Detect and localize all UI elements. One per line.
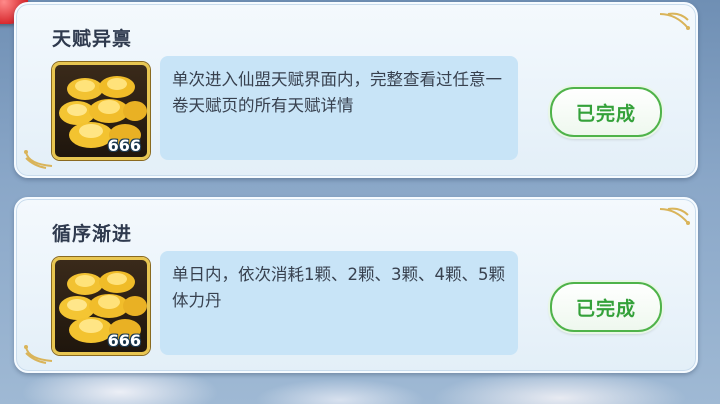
completed-button[interactable]: 已完成 — [550, 87, 662, 137]
reward-count: 666 — [107, 331, 141, 350]
quest-description: 单日内，依次消耗1颗、2颗、3颗、4颗、5颗体力丹 — [172, 265, 505, 310]
quest-title: 天赋异禀 — [52, 28, 133, 50]
quest-card: 循序渐进 666 单日内，依次消耗1颗、2颗、3颗、4颗、5颗体力丹 已完成 — [14, 197, 698, 373]
quest-description-box: 单次进入仙盟天赋界面内，完整查看过任意一卷天赋页的所有天赋详情 — [160, 56, 518, 160]
corner-ornament-icon — [24, 150, 53, 169]
quest-card: 天赋异禀 666 单次进入仙盟天赋界面内，完整查看过任意一卷天赋页的所有天赋详情… — [14, 2, 698, 178]
quest-description-box: 单日内，依次消耗1颗、2颗、3颗、4颗、5颗体力丹 — [160, 251, 518, 355]
corner-ornament-icon — [659, 12, 690, 30]
completed-button[interactable]: 已完成 — [550, 282, 662, 332]
corner-ornament-icon — [659, 207, 690, 225]
gold-ingots-icon[interactable]: 666 — [52, 257, 150, 355]
reward-count: 666 — [107, 136, 141, 155]
quest-description: 单次进入仙盟天赋界面内，完整查看过任意一卷天赋页的所有天赋详情 — [172, 70, 502, 115]
quest-title: 循序渐进 — [52, 223, 133, 245]
corner-ornament-icon — [24, 345, 53, 364]
gold-ingots-icon[interactable]: 666 — [52, 62, 150, 160]
